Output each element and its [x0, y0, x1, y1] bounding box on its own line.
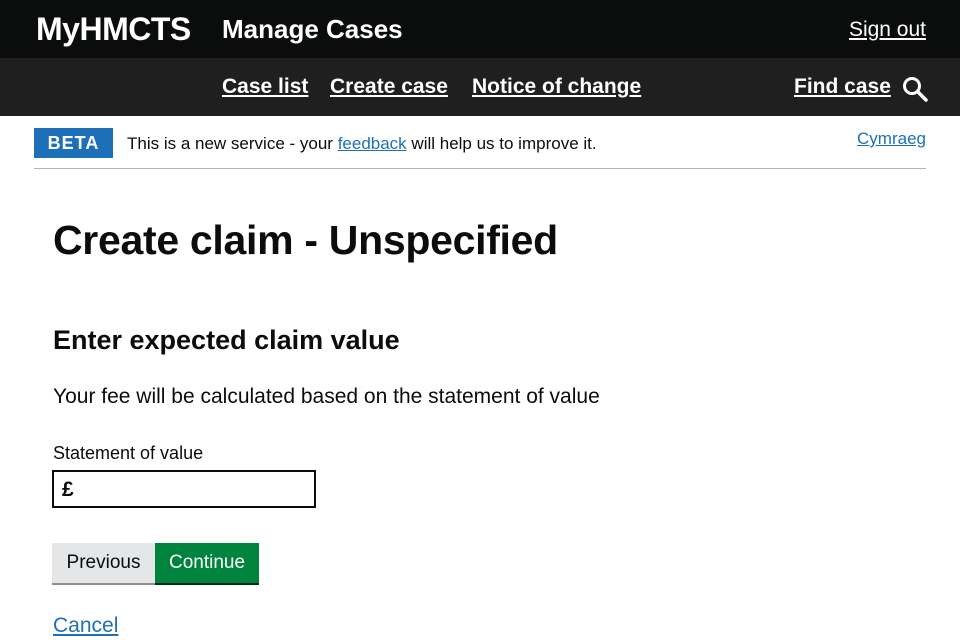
beta-text-after: will help us to improve it.	[406, 134, 597, 153]
previous-button[interactable]: Previous	[52, 543, 155, 583]
statement-of-value-field[interactable]: £	[52, 470, 316, 508]
language-toggle-link[interactable]: Cymraeg	[857, 127, 926, 151]
service-name[interactable]: Manage Cases	[222, 13, 403, 45]
fee-hint: Your fee will be calculated based on the…	[53, 385, 600, 408]
continue-button[interactable]: Continue	[155, 543, 259, 583]
primary-navigation: Case list Create case Notice of change F…	[0, 58, 960, 116]
statement-of-value-input[interactable]	[82, 474, 312, 504]
sign-out-link[interactable]: Sign out	[849, 16, 926, 44]
beta-message: This is a new service - your feedback wi…	[127, 132, 597, 156]
nav-find-case[interactable]: Find case	[794, 73, 891, 101]
page-title: Create claim - Unspecified	[53, 217, 558, 263]
nav-create-case[interactable]: Create case	[330, 73, 448, 101]
statement-of-value-label: Statement of value	[53, 443, 204, 463]
header-bar: MyHMCTS Manage Cases Sign out	[0, 0, 960, 58]
cancel-link[interactable]: Cancel	[53, 613, 118, 639]
feedback-link[interactable]: feedback	[338, 134, 407, 153]
brand-logo[interactable]: MyHMCTS	[36, 10, 191, 48]
phase-banner: BETA This is a new service - your feedba…	[34, 117, 926, 169]
nav-case-list[interactable]: Case list	[222, 73, 308, 101]
search-icon[interactable]	[902, 76, 928, 102]
beta-tag: BETA	[34, 128, 113, 158]
currency-prefix: £	[62, 478, 74, 501]
section-heading: Enter expected claim value	[53, 325, 400, 355]
nav-notice-of-change[interactable]: Notice of change	[472, 73, 641, 101]
beta-text-before: This is a new service - your	[127, 134, 338, 153]
